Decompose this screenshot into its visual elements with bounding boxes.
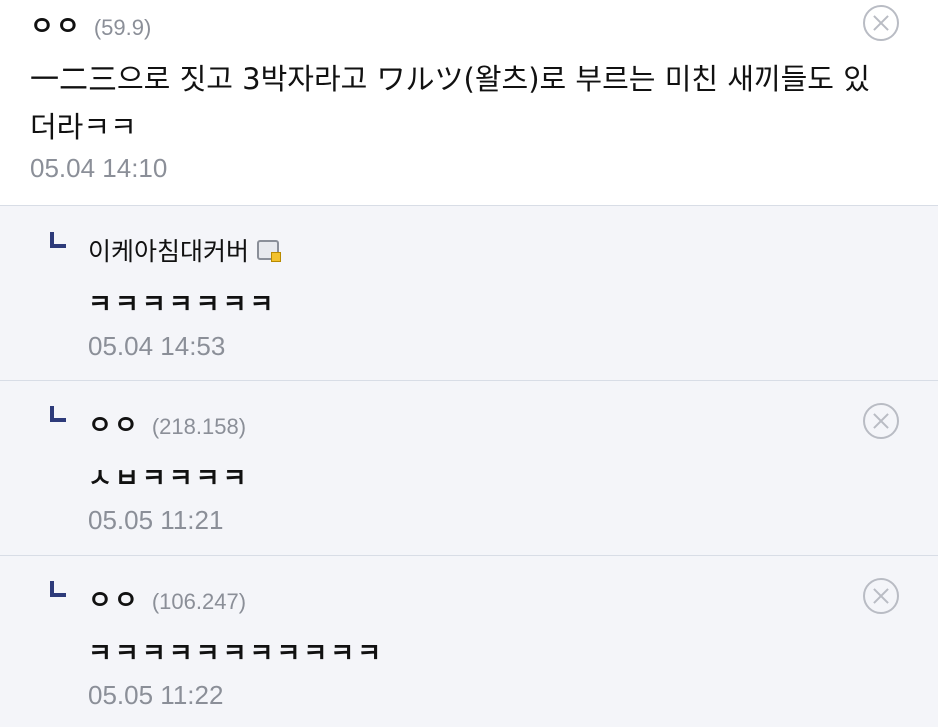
reply-header: ㅇㅇ (218.158) (88, 405, 247, 442)
comment-nickname[interactable]: ㅇㅇ (30, 6, 82, 43)
reply-ip: (218.158) (151, 414, 247, 439)
reply-date: 05.04 14:53 (88, 331, 226, 361)
reply-header: ㅇㅇ (106.247) (88, 580, 247, 617)
delete-reply-button close-circle-icon[interactable] (863, 578, 899, 614)
delete-reply-button close-circle-icon[interactable] (863, 403, 899, 439)
reply-body: ㅋㅋㅋㅋㅋㅋㅋㅋㅋㅋㅋ (88, 639, 385, 669)
delete-comment-button close-circle-icon[interactable] (863, 5, 899, 41)
reply-nickname[interactable]: ㅇㅇ (88, 405, 140, 442)
reply-body: ㅅㅂㅋㅋㅋㅋ (88, 464, 250, 494)
reply-body: ㅋㅋㅋㅋㅋㅋㅋ (88, 290, 277, 320)
comment-body: 一二三으로 짓고 3박자라고 ワルツ(왈츠)로 부르는 미친 새끼들도 있더라ㅋ… (30, 62, 870, 144)
reply-item: ㅇㅇ (218.158) ㅅㅂㅋㅋㅋㅋ 05.05 11:21 (0, 381, 938, 556)
reply-arrow-icon (50, 581, 66, 597)
comment-header: ㅇㅇ (59.9) (30, 6, 152, 43)
reply-arrow-icon (50, 232, 66, 248)
comment-ip: (59.9) (93, 15, 152, 40)
reply-date: 05.05 11:21 (88, 505, 224, 535)
reply-ip: (106.247) (151, 589, 247, 614)
reply-nickname[interactable]: ㅇㅇ (88, 580, 140, 617)
reply-header: 이케아침대커버 (88, 232, 282, 268)
comment-thread: ㅇㅇ (59.9) 一二三으로 짓고 3박자라고 ワルツ(왈츠)로 부르는 미친… (0, 0, 938, 727)
reply-item: 이케아침대커버 ㅋㅋㅋㅋㅋㅋㅋ 05.04 14:53 (0, 206, 938, 381)
member-badge-icon (257, 240, 282, 262)
comment: ㅇㅇ (59.9) 一二三으로 짓고 3박자라고 ワルツ(왈츠)로 부르는 미친… (0, 0, 938, 206)
reply-item: ㅇㅇ (106.247) ㅋㅋㅋㅋㅋㅋㅋㅋㅋㅋㅋ 05.05 11:22 (0, 556, 938, 727)
reply-nickname[interactable]: 이케아침대커버 (88, 232, 249, 268)
reply-arrow-icon (50, 406, 66, 422)
comment-date: 05.04 14:10 (30, 153, 168, 183)
reply-date: 05.05 11:22 (88, 680, 224, 710)
